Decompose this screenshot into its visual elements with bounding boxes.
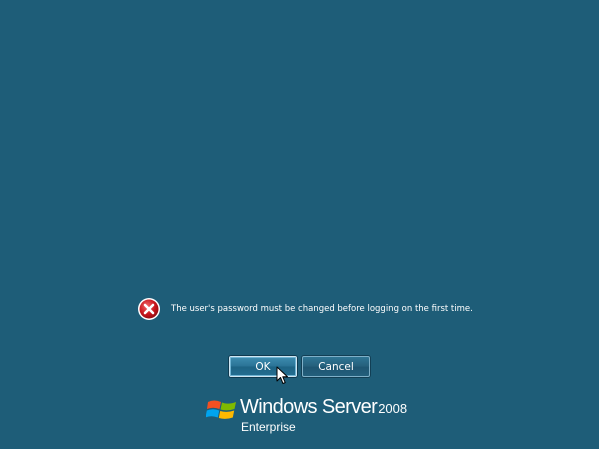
cancel-button[interactable]: Cancel [302, 356, 370, 377]
product-version: 2008 [378, 401, 408, 416]
windows-flag-icon [206, 400, 236, 419]
product-name-text: Windows Server [240, 396, 378, 418]
windows-server-branding: Windows Server2008 Enterprise [206, 394, 407, 436]
product-name: Windows Server2008 [240, 396, 407, 419]
error-icon [138, 298, 160, 320]
mouse-pointer-icon [276, 366, 288, 384]
logon-screen: The user's password must be changed befo… [0, 0, 599, 449]
error-message-row: The user's password must be changed befo… [137, 296, 473, 322]
error-message-text: The user's password must be changed befo… [171, 304, 473, 314]
product-edition: Enterprise [241, 420, 296, 434]
